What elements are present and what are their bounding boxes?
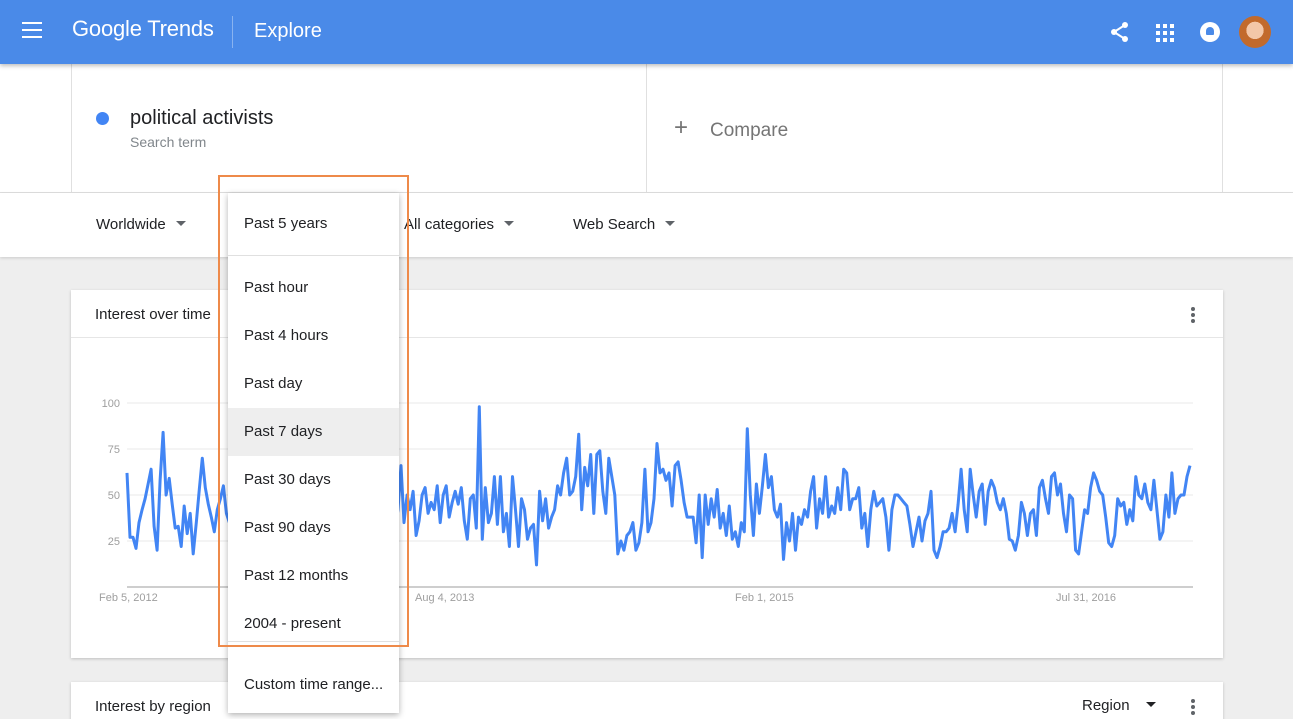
apps-grid-icon[interactable] [1153,20,1177,44]
caret-down-icon [504,221,515,226]
add-icon: + [674,114,689,141]
time-option-past-30-days[interactable]: Past 30 days [228,456,399,504]
x-tick-label: Jul 31, 2016 [1056,592,1116,604]
more-options-icon[interactable] [1191,699,1195,715]
notifications-icon[interactable] [1199,20,1223,44]
time-option-past-day[interactable]: Past day [228,360,399,408]
card-title: Interest over time [95,306,211,323]
filter-bar: Worldwide All categories Web Search [0,193,1293,257]
time-option-custom-range[interactable]: Custom time range... [228,661,399,709]
search-term-card[interactable]: political activists Search term [71,64,647,192]
search-type-filter[interactable]: Web Search [573,216,676,233]
time-option-past-7-days[interactable]: Past 7 days [228,408,399,456]
y-tick-label: 50 [108,490,120,502]
account-avatar[interactable] [1239,16,1271,48]
y-tick-label: 100 [102,398,120,410]
search-term-type: Search term [130,134,207,150]
time-option-past-12-months[interactable]: Past 12 months [228,552,399,600]
header-divider [232,16,233,48]
brand-logo[interactable]: Google Trends [72,16,214,42]
hamburger-menu-icon[interactable] [22,22,42,38]
time-range-dropdown: Past 5 years Past hour Past 4 hours Past… [228,193,399,713]
time-range-selected[interactable]: Past 5 years [228,193,399,256]
location-filter-label: Worldwide [96,216,166,233]
more-options-icon[interactable] [1191,307,1195,323]
time-option-past-90-days[interactable]: Past 90 days [228,504,399,552]
time-option-past-hour[interactable]: Past hour [228,264,399,312]
page-title: Explore [254,20,322,42]
share-icon[interactable] [1108,20,1132,44]
time-option-past-4-hours[interactable]: Past 4 hours [228,312,399,360]
card-title: Interest by region [95,698,211,715]
search-type-filter-label: Web Search [573,216,656,233]
x-tick-label: Aug 4, 2013 [415,592,474,604]
compare-label[interactable]: Compare [710,120,788,142]
x-tick-label: Feb 1, 2015 [735,592,794,604]
location-filter[interactable]: Worldwide [96,216,186,233]
compare-card[interactable]: + Compare [647,64,1223,192]
y-tick-label: 75 [108,444,120,456]
caret-down-icon [175,221,186,226]
region-resolution-select[interactable]: Region [1082,697,1156,714]
x-tick-label: Feb 5, 2012 [99,592,158,604]
caret-down-icon [665,221,676,226]
caret-down-icon [1145,702,1156,707]
y-tick-label: 25 [108,536,120,548]
time-range-selected-label[interactable]: Past 5 years [228,200,399,248]
series-color-dot [96,112,109,125]
menu-divider [228,641,399,642]
search-term-panel: political activists Search term + Compar… [0,64,1293,193]
category-filter-label: All categories [404,216,495,233]
search-term-name[interactable]: political activists [130,107,273,130]
category-filter[interactable]: All categories [404,216,515,233]
app-header: Google Trends Explore [0,0,1293,64]
region-resolution-label: Region [1082,697,1130,714]
